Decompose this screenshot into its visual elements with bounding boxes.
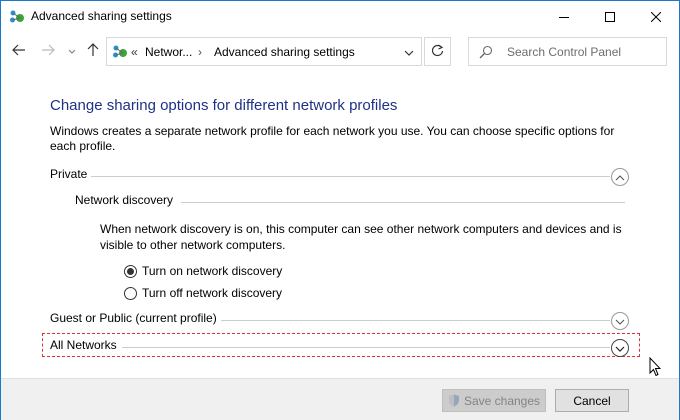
radio-turn-on-network-discovery[interactable]: Turn on network discovery	[124, 263, 282, 279]
up-button[interactable]	[84, 42, 102, 60]
footer-bar: Save changes Cancel	[1, 378, 679, 420]
search-icon	[479, 45, 493, 62]
minimize-icon	[559, 12, 569, 22]
divider	[122, 347, 610, 348]
breadcrumb-item-current[interactable]: Advanced sharing settings	[214, 45, 355, 59]
refresh-button[interactable]	[424, 37, 451, 66]
forward-button[interactable]	[39, 42, 57, 60]
radio-turn-off-network-discovery[interactable]: Turn off network discovery	[124, 285, 282, 301]
title-bar[interactable]: Advanced sharing settings	[1, 1, 679, 32]
network-discovery-description: When network discovery is on, this compu…	[100, 222, 622, 252]
radio-selected-dot	[127, 267, 134, 275]
window-title: Advanced sharing settings	[31, 9, 172, 23]
expand-guest-public-button[interactable]	[611, 312, 629, 330]
section-all-networks-label: All Networks	[50, 338, 121, 352]
radio-button-selected[interactable]	[124, 264, 137, 278]
close-icon	[651, 11, 661, 22]
divider	[220, 320, 610, 321]
section-private[interactable]: Private	[50, 167, 630, 187]
maximize-button[interactable]	[587, 1, 633, 32]
mouse-cursor-icon	[649, 356, 662, 380]
chevron-down-icon	[615, 314, 625, 328]
search-input[interactable]	[507, 44, 657, 60]
radio-turn-on-label[interactable]: Turn on network discovery	[142, 264, 282, 278]
section-private-label: Private	[50, 167, 92, 181]
search-box[interactable]	[468, 37, 667, 66]
section-all-networks[interactable]: All Networks	[50, 338, 630, 358]
arrow-right-icon	[41, 44, 55, 59]
chevron-down-icon	[68, 44, 76, 58]
breadcrumb-overflow[interactable]: «	[131, 45, 138, 59]
breadcrumb-item-network[interactable]: Networ...	[145, 45, 192, 59]
chevron-down-icon	[615, 341, 625, 355]
network-app-icon	[9, 9, 25, 25]
save-changes-button[interactable]: Save changes	[442, 389, 546, 412]
back-button[interactable]	[10, 42, 28, 60]
close-button[interactable]	[633, 1, 679, 32]
address-dropdown-button[interactable]	[397, 38, 421, 65]
collapse-private-button[interactable]	[611, 168, 629, 186]
chevron-up-icon	[615, 170, 625, 184]
radio-turn-off-label[interactable]: Turn off network discovery	[142, 286, 282, 300]
section-guest-public-label: Guest or Public (current profile)	[50, 311, 221, 325]
breadcrumb-separator[interactable]: ›	[198, 45, 202, 59]
divider	[90, 176, 610, 177]
network-discovery-heading: Network discovery	[75, 193, 178, 207]
uac-shield-icon	[448, 394, 460, 407]
page-description: Windows creates a separate network profi…	[50, 124, 615, 153]
radio-button[interactable]	[124, 286, 137, 300]
arrow-up-icon	[87, 42, 99, 60]
save-changes-label: Save changes	[463, 393, 541, 408]
divider	[181, 202, 625, 203]
page-title: Change sharing options for different net…	[50, 97, 398, 114]
expand-all-networks-button[interactable]	[611, 339, 629, 357]
cancel-button[interactable]: Cancel	[555, 389, 629, 412]
recent-locations-button[interactable]	[63, 42, 81, 60]
navigation-bar: « Networ... › Advanced sharing settings	[1, 32, 679, 70]
maximize-icon	[605, 11, 615, 22]
arrow-left-icon	[12, 44, 26, 59]
address-bar[interactable]: « Networ... › Advanced sharing settings	[106, 37, 422, 66]
subsection-network-discovery: Network discovery	[75, 193, 625, 213]
minimize-button[interactable]	[541, 1, 587, 32]
refresh-icon	[431, 44, 444, 60]
section-guest-public[interactable]: Guest or Public (current profile)	[50, 311, 630, 331]
cancel-label: Cancel	[573, 393, 611, 408]
network-location-icon	[112, 44, 128, 60]
chevron-down-icon	[404, 45, 414, 59]
window: Advanced sharing settings « Networ... › …	[0, 0, 680, 420]
